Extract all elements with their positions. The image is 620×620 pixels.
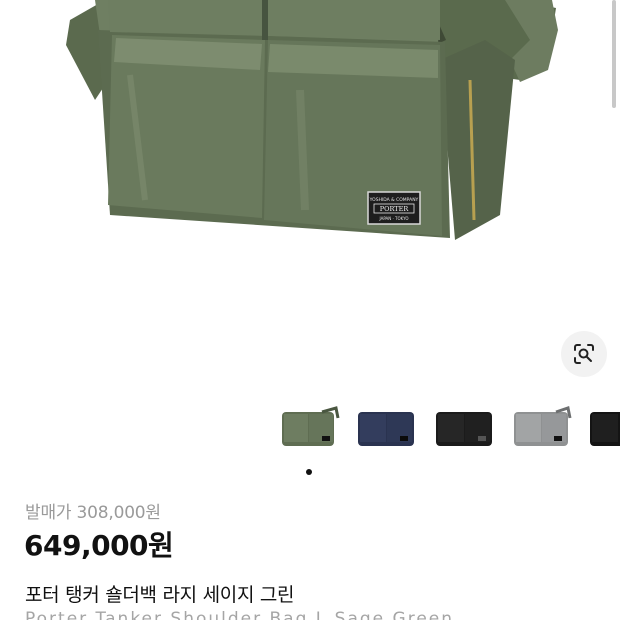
product-title-english: Porter Tanker Shoulder Bag L Sage Green bbox=[25, 609, 455, 620]
scrollbar[interactable] bbox=[612, 0, 616, 108]
swatch-black-alt[interactable] bbox=[588, 404, 620, 454]
swatch-silver-gray[interactable] bbox=[510, 404, 574, 454]
patch-logo: PORTER bbox=[380, 205, 410, 213]
swatch-black[interactable] bbox=[432, 404, 496, 454]
gallery-page-indicator bbox=[306, 469, 312, 475]
visual-search-button[interactable] bbox=[561, 331, 607, 377]
original-release-price: 발매가 308,000원 bbox=[25, 503, 161, 523]
swatch-sage-green[interactable] bbox=[278, 404, 342, 454]
swatch-navy[interactable] bbox=[354, 404, 418, 454]
patch-line-2: JAPAN · TOKYO bbox=[379, 216, 409, 221]
product-hero-image[interactable]: YOSHIDA & COMPANY PORTER JAPAN · TOKYO bbox=[0, 0, 620, 390]
patch-line-1: YOSHIDA & COMPANY bbox=[369, 197, 419, 203]
page-dot-active[interactable] bbox=[306, 469, 312, 475]
color-variant-swatches bbox=[278, 404, 620, 454]
visual-search-icon bbox=[574, 344, 594, 364]
shoulder-bag-illustration: YOSHIDA & COMPANY PORTER JAPAN · TOKYO bbox=[66, 0, 558, 240]
current-price: 649,000원 bbox=[24, 529, 174, 562]
product-title-korean: 포터 탱커 숄더백 라지 세이지 그린 bbox=[25, 584, 295, 606]
